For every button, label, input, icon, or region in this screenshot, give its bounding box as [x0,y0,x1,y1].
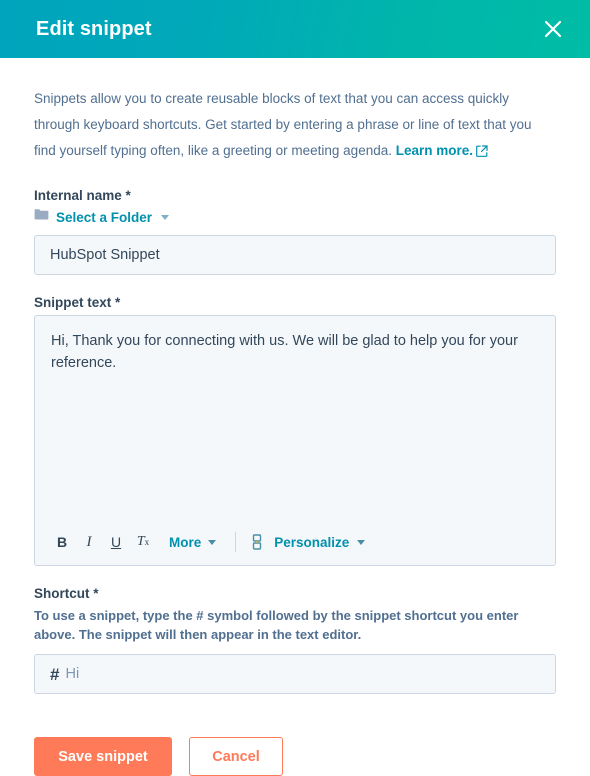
learn-more-label: Learn more. [395,143,474,158]
intro-description: Snippets allow you to create reusable bl… [34,86,554,166]
close-icon [543,19,563,39]
chevron-down-icon [357,539,366,545]
snippet-text-field-block: Snippet text * Hi, Thank you for connect… [34,295,556,566]
learn-more-link[interactable]: Learn more. [396,143,488,158]
personalization-token-icon[interactable] [246,531,268,553]
internal-name-field-block: Internal name * Select a Folder [34,188,556,275]
shortcut-input[interactable] [65,666,540,682]
close-button[interactable] [538,14,568,44]
external-link-icon [476,140,488,166]
underline-button[interactable]: U [103,529,129,555]
snippet-text-label: Snippet text * [34,295,121,310]
clear-formatting-glyph: T [136,534,145,549]
rich-text-editor: Hi, Thank you for connecting with us. We… [34,315,556,566]
modal-body: Snippets allow you to create reusable bl… [0,58,590,694]
save-snippet-button[interactable]: Save snippet [34,737,172,776]
modal-header: Edit snippet [0,0,590,58]
folder-icon [34,208,49,226]
shortcut-field-block: Shortcut * To use a snippet, type the # … [34,586,556,694]
internal-name-label: Internal name * [34,188,131,203]
shortcut-input-wrapper[interactable]: # [34,654,556,694]
personalize-label: Personalize [274,534,350,550]
modal-footer: Save snippet Cancel [0,714,590,776]
toolbar-divider [235,532,237,552]
shortcut-help-line-2: The snippet will then appear in the text… [78,627,362,642]
select-folder-label: Select a Folder [56,209,153,225]
clear-formatting-button[interactable]: Tx [130,529,156,555]
snippet-text-area[interactable]: Hi, Thank you for connecting with us. We… [35,316,555,525]
page-title: Edit snippet [36,17,152,40]
italic-button[interactable]: I [76,529,102,555]
chevron-down-icon [208,539,217,545]
more-label: More [169,534,202,550]
personalize-dropdown[interactable]: Personalize [274,534,366,550]
bold-button[interactable]: B [49,529,75,555]
clear-formatting-subscript: x [144,537,150,547]
chevron-down-icon [161,214,170,220]
editor-toolbar: B I U Tx More Personalize [35,525,555,565]
internal-name-input[interactable] [34,235,556,275]
shortcut-help-text: To use a snippet, type the # symbol foll… [34,606,556,644]
select-folder-dropdown[interactable]: Select a Folder [34,208,170,226]
cancel-button[interactable]: Cancel [189,737,283,776]
hash-prefix: # [50,664,60,684]
more-dropdown[interactable]: More [157,535,225,550]
shortcut-label: Shortcut * [34,586,99,601]
